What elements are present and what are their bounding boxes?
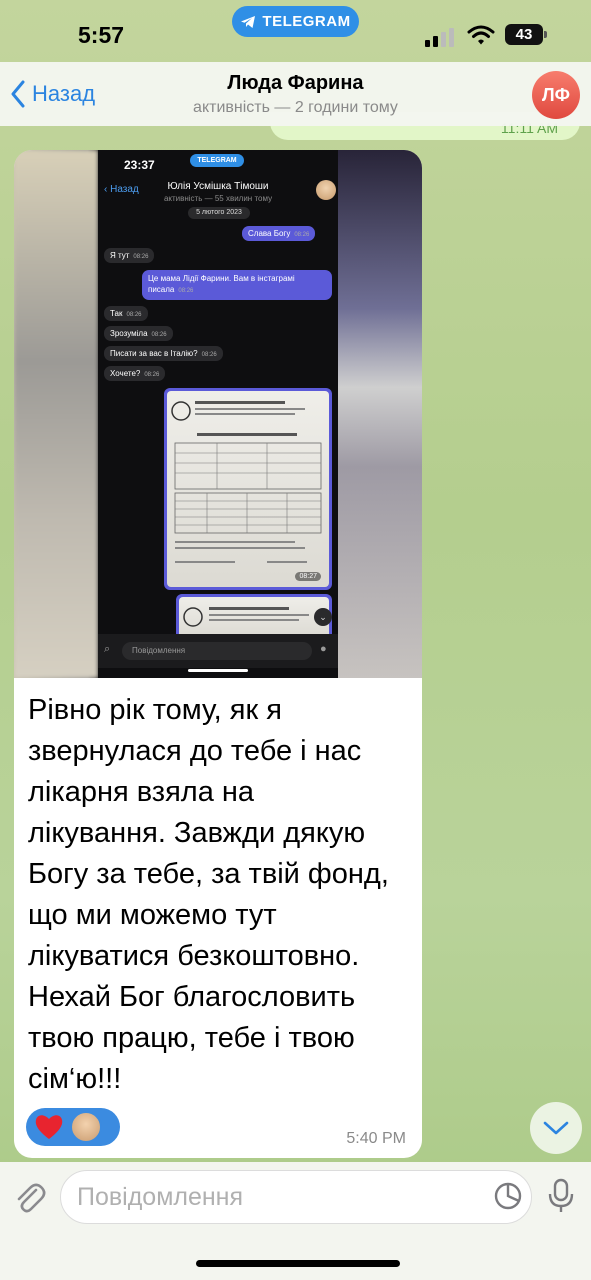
telegram-icon: [241, 15, 256, 28]
telegram-pill[interactable]: TELEGRAM: [232, 6, 359, 37]
chevron-down-icon: [543, 1121, 569, 1135]
wifi-icon: [467, 25, 495, 45]
avatar-initials: ЛФ: [542, 84, 570, 105]
screenshot-telegram-pill: TELEGRAM: [190, 154, 244, 167]
heart-icon: [35, 1115, 63, 1139]
screenshot-message-time: 08:26: [201, 352, 217, 358]
screenshot-message-text: Слава Богу: [248, 229, 291, 238]
battery-indicator: 43: [505, 24, 547, 45]
photo-blurred-edge-right: [338, 150, 422, 678]
screenshot-message-text: Хочете?: [110, 369, 141, 378]
screenshot-chat-header: ‹ Назад Юлія Усмішка Тімоши активність —…: [98, 176, 338, 206]
screenshot-mic-icon: ●: [320, 643, 327, 655]
screenshot-message-out: Це мама Лідії Фарини. Вам в інстаграмі п…: [142, 270, 332, 300]
screenshot-message-in: Так 08:26: [104, 306, 148, 321]
chat-header: Назад Люда Фарина активність — 2 години …: [0, 62, 591, 126]
document-lines-graphic: [171, 401, 322, 563]
status-time: 5:57: [78, 22, 125, 48]
screenshot-message-text: Це мама Лідії Фарини. Вам в інстаграмі п…: [148, 274, 295, 294]
screenshot-pill-label: TELEGRAM: [197, 157, 237, 164]
incoming-message-bubble[interactable]: 23:37 TELEGRAM ‹ Назад Юлія Усмішка Тімо…: [14, 150, 422, 1158]
screenshot-composer: ⌕ Повідомлення ●: [98, 634, 338, 668]
screenshot-second-document: [176, 594, 332, 638]
screenshot-photo-time: 08:27: [295, 572, 321, 581]
screenshot-document-photo: 08:27: [164, 388, 332, 590]
scroll-to-bottom-button[interactable]: [530, 1102, 582, 1154]
screenshot-avatar: [316, 180, 336, 200]
screenshot-date-chip: 5 лютого 2023: [188, 207, 250, 219]
document-lines-graphic: [183, 607, 309, 627]
screenshot-message-in: Писати за вас в Італію? 08:26: [104, 346, 223, 361]
message-input[interactable]: Повідомлення: [60, 1170, 532, 1224]
screenshot-message-text: Писати за вас в Італію?: [110, 349, 198, 358]
status-bar: 5:57 TELEGRAM 43: [0, 0, 591, 62]
screenshot-message-in: Я тут 08:26: [104, 248, 155, 263]
screenshot-time: 23:37: [124, 158, 155, 172]
sticker-icon[interactable]: [494, 1182, 522, 1210]
battery-level: 43: [515, 26, 533, 43]
message-reactions[interactable]: [26, 1108, 120, 1146]
document-paper: [179, 597, 329, 638]
screenshot-message-in: Зрозуміла 08:26: [104, 326, 173, 341]
document-paper: 08:27: [167, 391, 329, 587]
telegram-pill-label: TELEGRAM: [262, 13, 351, 30]
microphone-icon[interactable]: [548, 1178, 574, 1214]
screenshot-message-time: 08:26: [151, 332, 167, 338]
screenshot-message-time: 08:26: [133, 254, 149, 260]
screenshot-home-indicator: [188, 669, 248, 672]
screenshot-message-text: Зрозуміла: [110, 329, 148, 338]
attached-photo[interactable]: 23:37 TELEGRAM ‹ Назад Юлія Усмішка Тімо…: [14, 150, 422, 678]
photo-blurred-edge-left: [14, 150, 98, 678]
screenshot-message-text: Я тут: [110, 251, 130, 260]
message-composer: Повідомлення: [0, 1162, 591, 1280]
paperclip-icon[interactable]: [12, 1180, 48, 1216]
message-text: Рівно рік тому, як я звернулася до тебе …: [28, 694, 389, 1095]
screenshot-message-text: Так: [110, 309, 123, 318]
screenshot-message-time: 08:26: [178, 288, 194, 294]
screenshot-attach-icon: ⌕: [104, 643, 111, 655]
chat-status: активність — 2 години тому: [193, 99, 398, 116]
screenshot-contact-name: Юлія Усмішка Тімоши: [167, 181, 269, 192]
screenshot-message-in: Хочете? 08:26: [104, 366, 166, 381]
message-time: 5:40 PM: [346, 1130, 406, 1147]
screenshot-input: Повідомлення: [122, 642, 312, 660]
screenshot-phone: 23:37 TELEGRAM ‹ Назад Юлія Усмішка Тімо…: [98, 150, 338, 678]
home-indicator: [196, 1260, 400, 1267]
reactor-avatar: [70, 1111, 102, 1143]
cellular-signal-icon: [425, 28, 454, 47]
screenshot-contact-status: активність — 55 хвилин тому: [163, 194, 273, 203]
screenshot-scroll-down-icon: ⌄: [314, 608, 332, 626]
screenshot-message-time: 08:26: [294, 232, 310, 238]
screenshot-message-time: 08:26: [144, 372, 160, 378]
screenshot-message-out: Слава Богу 08:26: [242, 226, 316, 241]
chat-title[interactable]: Люда Фарина: [0, 72, 591, 95]
screenshot-message-time: 08:26: [126, 312, 142, 318]
contact-avatar[interactable]: ЛФ: [532, 71, 580, 119]
